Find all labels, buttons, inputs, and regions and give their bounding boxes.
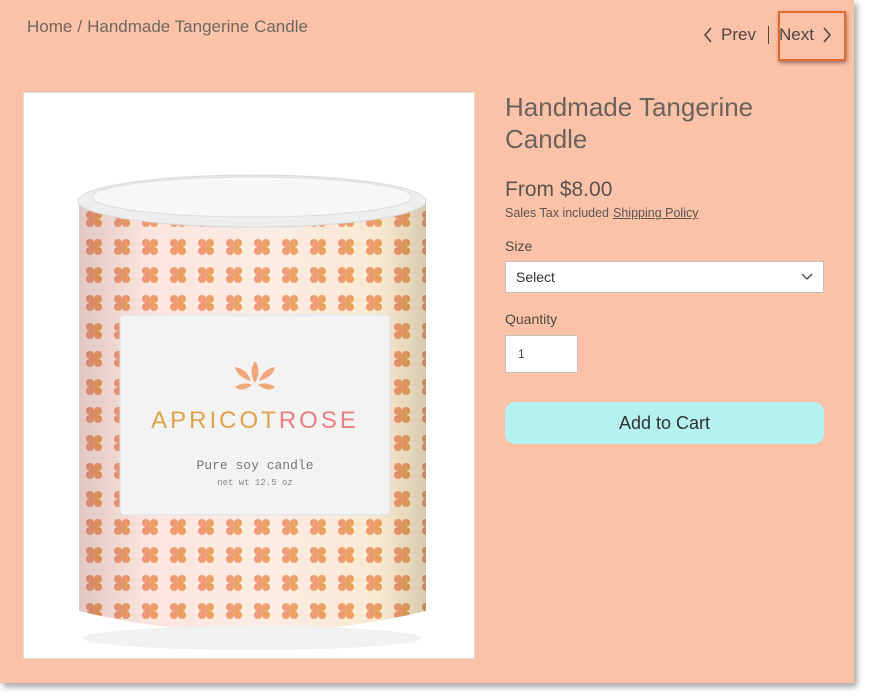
chevron-left-icon (704, 27, 712, 43)
quantity-value: 1 (518, 347, 525, 361)
product-price: From $8.00 (505, 178, 613, 201)
svg-text:APRICOTROSE: APRICOTROSE (151, 407, 359, 434)
next-button[interactable]: Next (779, 25, 832, 45)
breadcrumb-current: Handmade Tangerine Candle (87, 17, 308, 36)
next-label: Next (778, 25, 814, 44)
breadcrumb: Home / Handmade Tangerine Candle (27, 17, 308, 37)
size-label: Size (505, 238, 533, 254)
brand-name-part1: APRICOT (151, 407, 279, 434)
product-navigation: Prev Next (703, 25, 832, 45)
product-page: Home / Handmade Tangerine Candle Prev Ne… (0, 0, 854, 683)
add-to-cart-button[interactable]: Add to Cart (505, 402, 824, 444)
chevron-right-icon (823, 27, 831, 43)
candle-weight: net wt 12.5 oz (217, 478, 293, 488)
tax-info: Sales Tax included Shipping Policy (505, 206, 698, 220)
candle-image: APRICOTROSE Pure soy candle net wt 12.5 … (77, 174, 427, 650)
breadcrumb-home-link[interactable]: Home (27, 17, 72, 37)
brand-name-part2: ROSE (279, 407, 359, 434)
nav-divider (767, 26, 769, 44)
chevron-down-icon (801, 273, 813, 280)
prev-label: Prev (721, 25, 756, 44)
candle-tagline: Pure soy candle (196, 458, 313, 473)
quantity-label: Quantity (505, 311, 558, 327)
size-select[interactable]: Select (505, 261, 824, 293)
shipping-policy-link[interactable]: Shipping Policy (613, 206, 698, 220)
product-title: Handmade Tangerine Candle (505, 92, 754, 154)
tax-text: Sales Tax included (505, 206, 610, 220)
breadcrumb-separator: / (77, 17, 83, 36)
quantity-input[interactable]: 1 (505, 335, 578, 373)
prev-button[interactable]: Prev (703, 25, 756, 45)
product-image[interactable]: APRICOTROSE Pure soy candle net wt 12.5 … (23, 92, 475, 659)
size-select-value: Select (516, 269, 555, 285)
